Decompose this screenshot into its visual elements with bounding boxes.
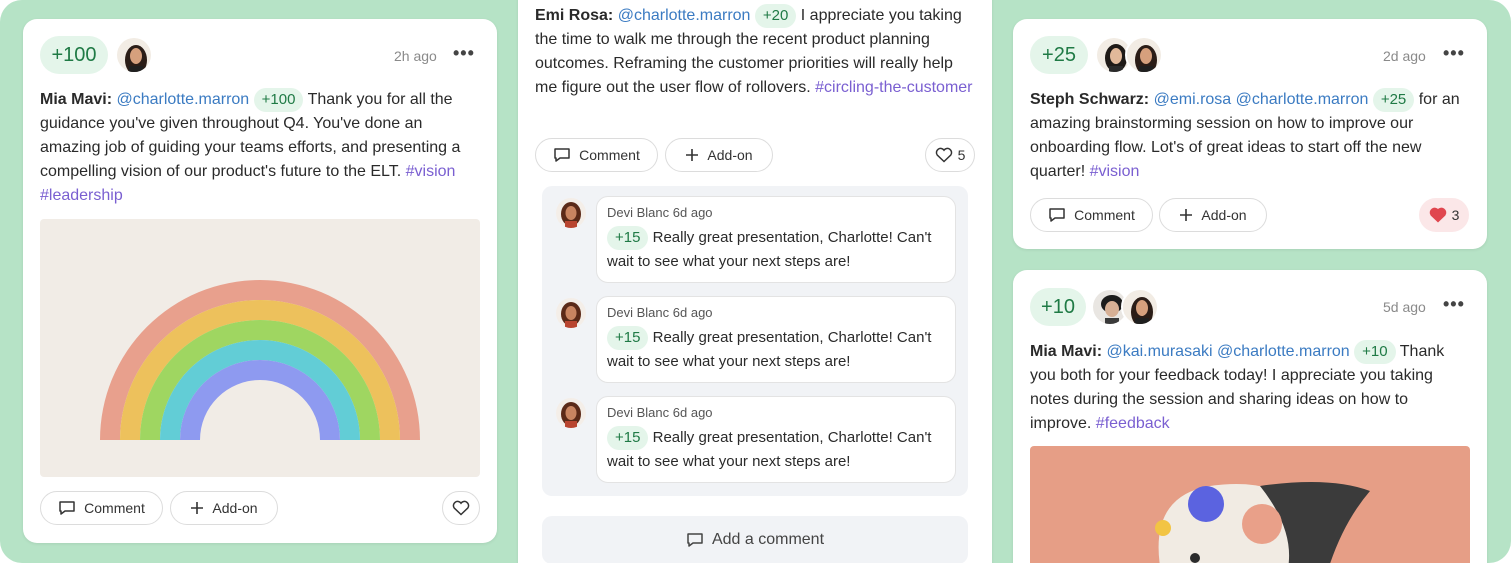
comment-label: Comment — [1074, 207, 1135, 223]
reply-points-badge: +15 — [607, 326, 649, 350]
comment-button[interactable]: Comment — [40, 491, 163, 525]
recognition-card-1: +100 2h ago ••• Mia Mavi: @charlotte.mar… — [23, 19, 497, 543]
recipient-avatar — [1121, 288, 1159, 326]
hashtag-link[interactable]: #leadership — [40, 187, 123, 204]
recognition-card-4: +10 5d ago ••• Mia Mavi: @kai.murasaki @… — [1013, 270, 1487, 563]
mention-link[interactable]: @kai.murasaki — [1106, 343, 1212, 360]
post-author: Emi Rosa: — [535, 7, 614, 24]
comment-icon — [687, 533, 703, 547]
inline-points-badge: +100 — [253, 88, 304, 112]
points-badge: +25 — [1030, 36, 1088, 74]
hashtag-link[interactable]: #vision — [406, 163, 456, 180]
comment-button[interactable]: Comment — [535, 138, 658, 172]
post-author: Mia Mavi: — [1030, 343, 1103, 360]
heart-icon — [935, 147, 952, 163]
recipient-avatar — [1125, 36, 1163, 74]
mention-link[interactable]: @charlotte.marron — [618, 7, 751, 24]
recognition-card-3: +25 2d ago ••• Steph Schwarz: @emi.rosa … — [1013, 19, 1487, 249]
plus-icon — [1180, 209, 1193, 221]
points-badge: +10 — [1030, 288, 1086, 326]
mention-link[interactable]: @charlotte.marron — [1217, 343, 1350, 360]
hashtag-link[interactable]: #feedback — [1096, 415, 1170, 432]
recipient-avatar — [115, 36, 153, 74]
reply-time: 6d ago — [672, 405, 713, 420]
comment-button[interactable]: Comment — [1030, 198, 1153, 232]
post-image-abstract — [1030, 446, 1470, 563]
add-on-label: Add-on — [212, 500, 258, 516]
plus-icon — [686, 149, 699, 161]
reply-avatar — [556, 298, 586, 328]
comment-icon — [554, 148, 570, 162]
post-author: Mia Mavi: — [40, 91, 113, 108]
reply-time: 6d ago — [672, 205, 713, 220]
comment-icon — [1049, 208, 1065, 222]
add-on-label: Add-on — [707, 147, 753, 163]
add-on-button[interactable]: Add-on — [1159, 198, 1267, 232]
replies-thread: Devi Blanc 6d ago +15 Really great prese… — [542, 186, 968, 496]
post-image-rainbow — [40, 219, 480, 477]
comment-label: Comment — [84, 500, 145, 516]
heart-filled-icon — [1429, 207, 1446, 223]
reply-author: Devi Blanc — [607, 305, 670, 320]
mention-link[interactable]: @charlotte.marron — [116, 91, 249, 108]
post-body: Emi Rosa: @charlotte.marron +20 I apprec… — [535, 4, 975, 100]
post-body: Mia Mavi: @charlotte.marron +100 Thank y… — [40, 88, 480, 208]
reply-item: Devi Blanc 6d ago +15 Really great prese… — [596, 196, 956, 283]
inline-points-badge: +10 — [1354, 340, 1396, 364]
post-body: Steph Schwarz: @emi.rosa @charlotte.marr… — [1030, 88, 1470, 184]
comment-icon — [59, 501, 75, 515]
reply-points-badge: +15 — [607, 226, 649, 250]
post-time: 2d ago — [1383, 48, 1426, 64]
reply-text: Really great presentation, Charlotte! Ca… — [607, 329, 932, 370]
like-button[interactable] — [442, 491, 480, 525]
like-count: 5 — [957, 147, 966, 163]
plus-icon — [191, 502, 204, 514]
post-time: 5d ago — [1383, 299, 1426, 315]
points-badge: +100 — [40, 36, 108, 74]
reply-author: Devi Blanc — [607, 405, 670, 420]
like-count: 3 — [1451, 207, 1460, 223]
more-options-button[interactable]: ••• — [1443, 294, 1465, 315]
comment-label: Comment — [579, 147, 640, 163]
add-on-button[interactable]: Add-on — [170, 491, 278, 525]
feed-background: +100 2h ago ••• Mia Mavi: @charlotte.mar… — [0, 0, 1511, 563]
reply-item: Devi Blanc 6d ago +15 Really great prese… — [596, 396, 956, 483]
add-on-button[interactable]: Add-on — [665, 138, 773, 172]
reply-avatar — [556, 398, 586, 428]
add-comment-button[interactable]: Add a comment — [542, 516, 968, 563]
reply-item: Devi Blanc 6d ago +15 Really great prese… — [596, 296, 956, 383]
reply-points-badge: +15 — [607, 426, 649, 450]
add-on-label: Add-on — [1201, 207, 1247, 223]
mention-link[interactable]: @charlotte.marron — [1236, 91, 1369, 108]
reply-avatar — [556, 198, 586, 228]
hashtag-link[interactable]: #vision — [1090, 163, 1140, 180]
mention-link[interactable]: @emi.rosa — [1154, 91, 1232, 108]
post-time: 2h ago — [394, 48, 437, 64]
post-author: Steph Schwarz: — [1030, 91, 1150, 108]
inline-points-badge: +25 — [1372, 88, 1415, 112]
reply-time: 6d ago — [672, 305, 713, 320]
more-options-button[interactable]: ••• — [1443, 43, 1465, 64]
post-body: Mia Mavi: @kai.murasaki @charlotte.marro… — [1030, 340, 1470, 436]
more-options-button[interactable]: ••• — [453, 43, 475, 64]
recognition-card-2: Emi Rosa: @charlotte.marron +20 I apprec… — [518, 0, 992, 563]
reply-text: Really great presentation, Charlotte! Ca… — [607, 429, 932, 470]
reply-author: Devi Blanc — [607, 205, 670, 220]
add-comment-label: Add a comment — [711, 531, 825, 548]
reply-text: Really great presentation, Charlotte! Ca… — [607, 229, 932, 270]
hashtag-link[interactable]: #circling-the-customer — [815, 79, 972, 96]
like-button[interactable]: 3 — [1419, 198, 1469, 232]
heart-icon — [452, 500, 470, 516]
like-button[interactable]: 5 — [925, 138, 975, 172]
inline-points-badge: +20 — [754, 4, 797, 28]
